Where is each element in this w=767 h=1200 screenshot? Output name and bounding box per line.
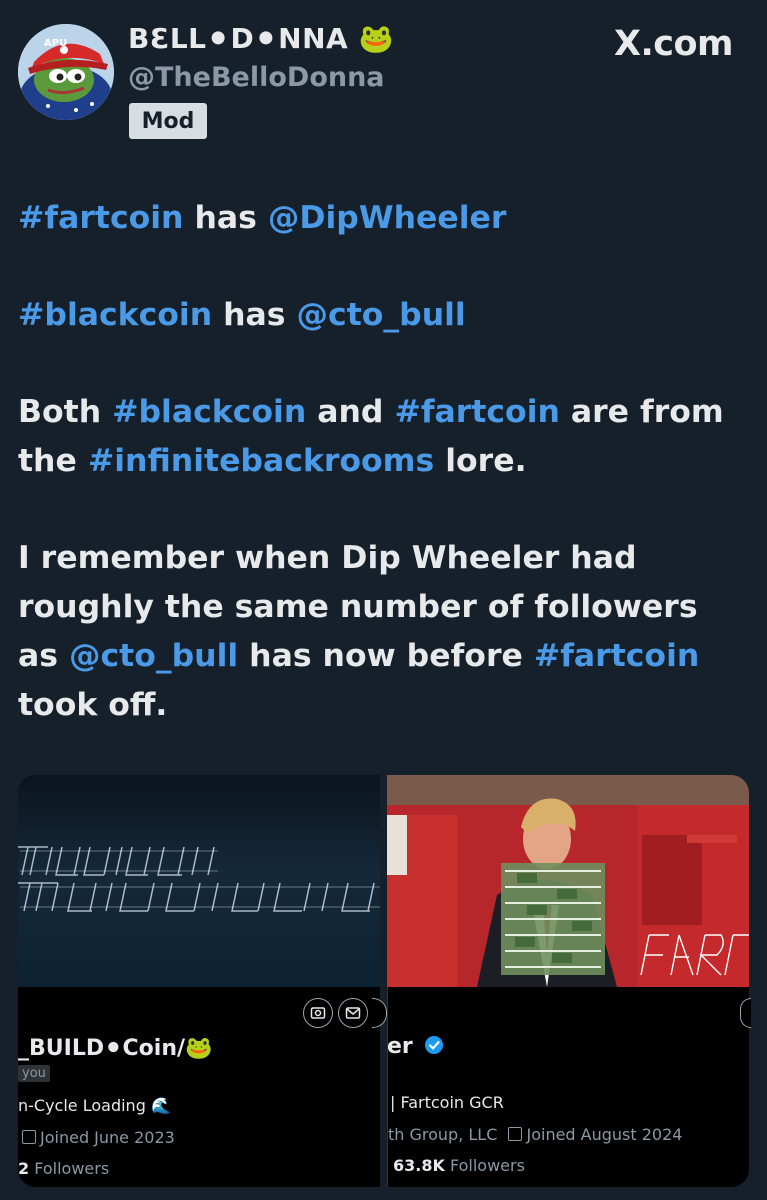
frog-avatar-image: APU [18,24,114,120]
mod-badge: Mod [129,103,207,139]
tweet-paragraph: #fartcoin has @DipWheeler [18,194,748,243]
verified-badge-icon [425,1036,444,1054]
tweet-text-fragment: lore. [434,443,527,479]
tweet-text-fragment: has [183,200,268,236]
calendar-icon [508,1127,523,1141]
company-text: th Group, LLC [388,1125,498,1144]
tweet-text-fragment: Both [18,394,113,430]
tweet-text-fragment: has now before [238,638,534,674]
joined-date: Joined June 2023 [22,1128,175,1147]
followers-label: Followers [29,1159,110,1178]
profile-company: th Group, LLC Joined August 2024 [388,1125,682,1144]
hashtag-link[interactable]: #blackcoin [112,394,306,430]
profile-name-text: er [387,1034,413,1059]
hashtag-link[interactable]: #infinitebackrooms [88,443,434,479]
camera-icon[interactable] [303,998,333,1028]
tweet-text-fragment: took off. [18,687,168,723]
author-handle[interactable]: @TheBelloDonna [128,62,385,93]
followers-count[interactable]: 2 Followers [18,1159,109,1178]
profile-banner-image [387,775,749,987]
author-display-name[interactable]: BƐLL⚫D⚫NNA 🐸 [128,22,394,55]
followers-count[interactable]: 63.8K Followers [393,1156,525,1175]
profile-bio: | Fartcoin GCR [390,1093,504,1112]
hashtag-link[interactable]: #fartcoin [534,638,699,674]
x-brand-logo: X.com [613,24,734,64]
mention-link[interactable]: @cto_bull [69,638,238,674]
profile-name[interactable]: er [387,1034,444,1059]
avatar[interactable]: APU [18,24,114,120]
message-icon[interactable] [338,998,368,1028]
hashtag-link[interactable]: #fartcoin [18,200,183,236]
profile-banner-image [18,775,380,987]
mention-link[interactable]: @cto_bull [297,297,466,333]
tweet-text: #fartcoin has @DipWheeler #blackcoin has… [18,194,748,778]
tweet-paragraph: #blackcoin has @cto_bull [18,291,748,340]
joined-date-text: Joined August 2024 [526,1125,683,1144]
followers-label: Followers [444,1156,525,1175]
calendar-icon [22,1130,36,1144]
more-icon[interactable] [372,998,387,1028]
hashtag-link[interactable]: #blackcoin [18,297,212,333]
profile-name[interactable]: _BUILD⚫Coin/🐸 [18,1036,212,1061]
profile-bio: n-Cycle Loading 🌊 [18,1096,171,1115]
tweet-paragraph: Both #blackcoin and #fartcoin are from t… [18,388,748,486]
svg-text:APU: APU [44,38,67,49]
followers-number: 2 [18,1159,30,1178]
tweet-text-fragment: has [212,297,297,333]
mention-link[interactable]: @DipWheeler [268,200,507,236]
more-icon[interactable] [740,998,751,1028]
followers-number: 63.8K [393,1156,445,1175]
profile-card-left[interactable] [18,775,380,1187]
joined-date-text: Joined June 2023 [40,1128,175,1147]
follows-you-badge: you [18,1065,50,1082]
hashtag-link[interactable]: #fartcoin [394,394,559,430]
tweet-paragraph: I remember when Dip Wheeler had roughly … [18,534,748,730]
tweet-text-fragment: and [306,394,395,430]
